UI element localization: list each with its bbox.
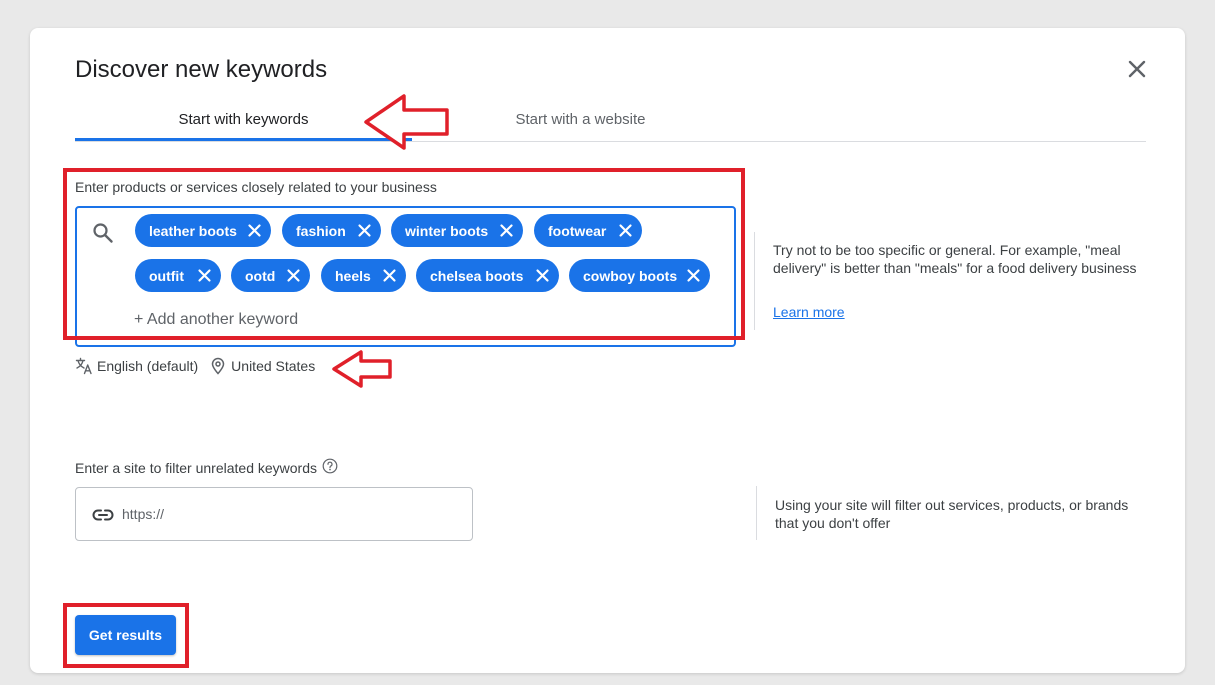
keyword-chip-label: outfit (149, 267, 184, 284)
keyword-chip-label: ootd (245, 267, 276, 284)
remove-keyword-icon[interactable] (499, 223, 514, 238)
close-icon (1128, 60, 1146, 78)
keyword-chip-label: fashion (296, 222, 346, 239)
keyword-chip-label: heels (335, 267, 371, 284)
help-icon[interactable] (322, 458, 338, 474)
site-filter-label: Enter a site to filter unrelated keyword… (75, 458, 338, 476)
search-icon (93, 223, 113, 243)
keyword-tip-text: Try not to be too specific or general. F… (773, 242, 1137, 276)
learn-more-link[interactable]: Learn more (773, 304, 845, 320)
tab-start-with-website[interactable]: Start with a website (412, 98, 749, 141)
remove-keyword-icon[interactable] (618, 223, 633, 238)
remove-keyword-icon[interactable] (197, 268, 212, 283)
location-selector[interactable]: United States (209, 357, 315, 375)
keyword-chip[interactable]: footwear (534, 214, 642, 247)
language-selector[interactable]: English (default) (75, 357, 198, 375)
targeting-row: English (default) United States (75, 356, 315, 376)
location-label: United States (231, 358, 316, 374)
close-button[interactable] (1124, 56, 1150, 82)
remove-keyword-icon[interactable] (382, 268, 397, 283)
get-results-button[interactable]: Get results (75, 615, 176, 655)
keywords-label: Enter products or services closely relat… (75, 179, 437, 195)
keyword-chip-label: footwear (548, 222, 607, 239)
keyword-chip[interactable]: chelsea boots (416, 259, 559, 292)
tip-divider (754, 232, 755, 330)
keyword-chip[interactable]: winter boots (391, 214, 523, 247)
add-keyword-input[interactable]: + Add another keyword (134, 311, 298, 329)
keyword-chip-label: winter boots (405, 222, 489, 239)
language-label: English (default) (97, 358, 199, 374)
dialog-title: Discover new keywords (75, 56, 328, 83)
active-tab-indicator (75, 138, 412, 141)
remove-keyword-icon[interactable] (357, 223, 372, 238)
keyword-chip-label: chelsea boots (430, 267, 524, 284)
keyword-chip[interactable]: outfit (135, 259, 221, 292)
site-filter-tip-text: Using your site will filter out services… (775, 497, 1129, 531)
tab-start-with-keywords[interactable]: Start with keywords (75, 98, 412, 141)
site-filter-label-text: Enter a site to filter unrelated keyword… (75, 460, 318, 476)
site-tip-divider (756, 486, 757, 540)
keyword-chip[interactable]: cowboy boots (569, 259, 710, 292)
keyword-chip[interactable]: ootd (231, 259, 310, 292)
keyword-chip[interactable]: heels (321, 259, 406, 292)
link-icon (92, 509, 114, 521)
tab-bar: Start with keywords Start with a website (75, 98, 1146, 142)
translate-icon (75, 357, 92, 375)
remove-keyword-icon[interactable] (247, 223, 262, 238)
location-pin-icon (211, 357, 225, 375)
keyword-chip-label: cowboy boots (583, 267, 678, 284)
keyword-chip[interactable]: leather boots (135, 214, 271, 247)
remove-keyword-icon[interactable] (686, 268, 701, 283)
keyword-chip-label: leather boots (149, 222, 237, 239)
remove-keyword-icon[interactable] (535, 268, 550, 283)
remove-keyword-icon[interactable] (286, 268, 301, 283)
keyword-chip[interactable]: fashion (282, 214, 381, 247)
site-url-input[interactable] (122, 504, 452, 524)
